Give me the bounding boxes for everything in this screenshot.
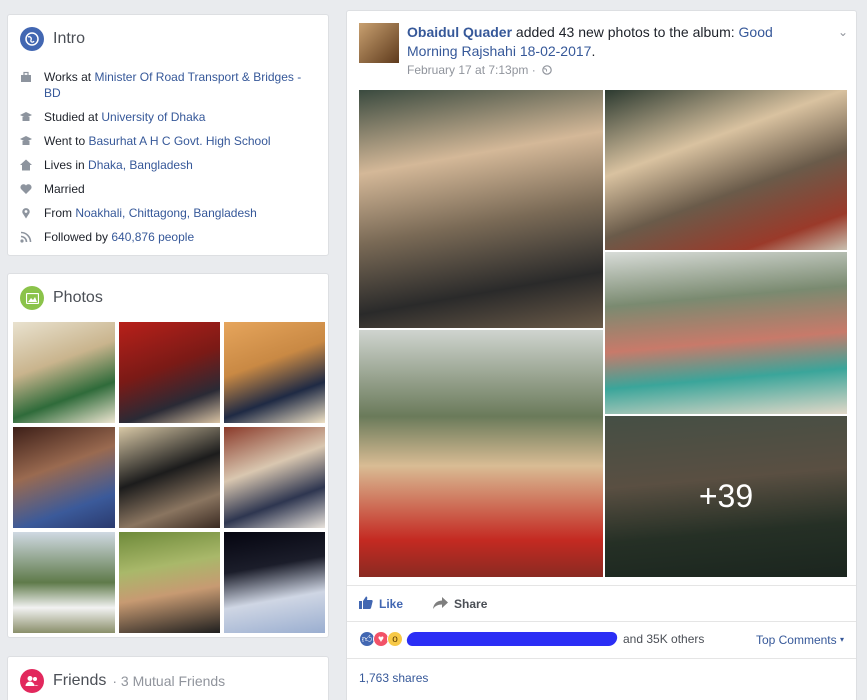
photo-thumbnail[interactable] bbox=[224, 532, 325, 633]
wow-reaction-icon: o bbox=[387, 631, 403, 647]
intro-item-school: Went to Basurhat A H C Govt. High School bbox=[20, 133, 328, 149]
graduation-cap-icon bbox=[20, 135, 32, 147]
photo-icon bbox=[20, 286, 44, 310]
top-comments-label: Top Comments bbox=[755, 633, 837, 647]
photos-title-link[interactable]: Photos bbox=[53, 289, 103, 307]
school-link[interactable]: Basurhat A H C Govt. High School bbox=[88, 134, 270, 148]
location-pin-icon bbox=[20, 207, 32, 219]
author-avatar[interactable] bbox=[359, 23, 399, 63]
album-photo[interactable] bbox=[359, 90, 603, 328]
friends-icon bbox=[20, 669, 44, 693]
intro-prefix: Went to bbox=[44, 134, 89, 148]
lives-link[interactable]: Dhaka, Bangladesh bbox=[88, 158, 193, 172]
graduation-cap-icon bbox=[20, 111, 32, 123]
photos-header: Photos bbox=[8, 274, 328, 322]
photo-thumbnail[interactable] bbox=[224, 427, 325, 528]
like-label: Like bbox=[379, 597, 404, 611]
post-time-text[interactable]: February 17 at 7:13pm · bbox=[407, 63, 536, 77]
hometown-link[interactable]: Noakhali, Chittagong, Bangladesh bbox=[75, 206, 256, 220]
reactions-others-text[interactable]: and 35K others bbox=[623, 632, 704, 646]
intro-prefix: Works at bbox=[44, 70, 95, 84]
photo-thumbnail[interactable] bbox=[119, 427, 220, 528]
friends-title-link[interactable]: Friends bbox=[53, 672, 106, 690]
intro-prefix: Lives in bbox=[44, 158, 89, 172]
thumbs-up-icon bbox=[359, 596, 373, 612]
post-action-text: added 43 new photos to the album: bbox=[512, 24, 739, 40]
intro-item-lives: Lives in Dhaka, Bangladesh bbox=[20, 157, 328, 173]
divider bbox=[347, 621, 856, 622]
redacted-names bbox=[405, 632, 619, 646]
university-link[interactable]: University of Dhaka bbox=[101, 110, 205, 124]
post-header-text: Obaidul Quader added 43 new photos to th… bbox=[407, 23, 807, 61]
album-photo-grid: +39 bbox=[359, 90, 847, 577]
chevron-down-icon[interactable]: ⌄ bbox=[838, 25, 848, 39]
intro-item-studied: Studied at University of Dhaka bbox=[20, 109, 328, 125]
share-button[interactable]: Share bbox=[433, 596, 487, 612]
shares-count[interactable]: 1,763 shares bbox=[359, 671, 428, 685]
photo-thumbnail[interactable] bbox=[13, 427, 115, 528]
home-icon bbox=[20, 159, 32, 171]
album-photo[interactable] bbox=[605, 252, 847, 414]
post-actions: Like Share bbox=[359, 596, 487, 612]
followers-link[interactable]: 640,876 people bbox=[111, 230, 194, 244]
album-photo[interactable] bbox=[359, 330, 603, 577]
share-label: Share bbox=[454, 597, 488, 611]
rss-icon bbox=[20, 231, 32, 243]
reactions-summary[interactable]: 👍︎ ♥ o and 35K others bbox=[359, 631, 704, 647]
post-card: Obaidul Quader added 43 new photos to th… bbox=[346, 10, 857, 700]
caret-down-icon: ▾ bbox=[839, 635, 844, 644]
friends-header: Friends · 3 Mutual Friends bbox=[8, 657, 328, 700]
heart-icon bbox=[20, 183, 32, 195]
post-action-period: . bbox=[591, 43, 596, 59]
photo-thumbnail[interactable] bbox=[13, 532, 115, 633]
intro-item-followers: Followed by 640,876 people bbox=[20, 229, 328, 245]
globe-icon bbox=[542, 64, 552, 78]
divider bbox=[347, 658, 856, 659]
photos-card: Photos bbox=[7, 273, 329, 638]
intro-card: Intro Works at Minister Of Road Transpor… bbox=[7, 14, 329, 256]
intro-item-work: Works at Minister Of Road Transport & Br… bbox=[20, 69, 328, 101]
relationship-text: Married bbox=[44, 182, 85, 196]
intro-list: Works at Minister Of Road Transport & Br… bbox=[8, 63, 328, 245]
intro-title: Intro bbox=[53, 30, 86, 47]
photos-grid bbox=[13, 322, 325, 633]
photo-thumbnail[interactable] bbox=[224, 322, 325, 423]
friends-card: Friends · 3 Mutual Friends bbox=[7, 656, 329, 700]
photo-thumbnail[interactable] bbox=[13, 322, 115, 423]
share-arrow-icon bbox=[433, 596, 449, 612]
briefcase-icon bbox=[20, 71, 32, 83]
intro-prefix: From bbox=[44, 206, 76, 220]
intro-header: Intro bbox=[8, 15, 328, 63]
mutual-friends-count[interactable]: · 3 Mutual Friends bbox=[112, 673, 225, 689]
like-button[interactable]: Like bbox=[359, 596, 403, 612]
album-photo[interactable] bbox=[605, 90, 847, 250]
post-timestamp[interactable]: February 17 at 7:13pm · bbox=[407, 63, 552, 78]
intro-item-relationship: Married bbox=[20, 181, 328, 197]
photo-thumbnail[interactable] bbox=[119, 322, 220, 423]
photo-thumbnail[interactable] bbox=[119, 532, 220, 633]
intro-prefix: Followed by bbox=[44, 230, 112, 244]
author-name-link[interactable]: Obaidul Quader bbox=[407, 24, 512, 40]
intro-item-from: From Noakhali, Chittagong, Bangladesh bbox=[20, 205, 328, 221]
album-photo-more[interactable]: +39 bbox=[605, 416, 847, 577]
globe-icon bbox=[20, 27, 44, 51]
more-photos-count[interactable]: +39 bbox=[605, 416, 847, 577]
intro-prefix: Studied at bbox=[44, 110, 102, 124]
top-comments-dropdown[interactable]: Top Comments ▾ bbox=[756, 633, 844, 647]
divider bbox=[347, 585, 856, 586]
